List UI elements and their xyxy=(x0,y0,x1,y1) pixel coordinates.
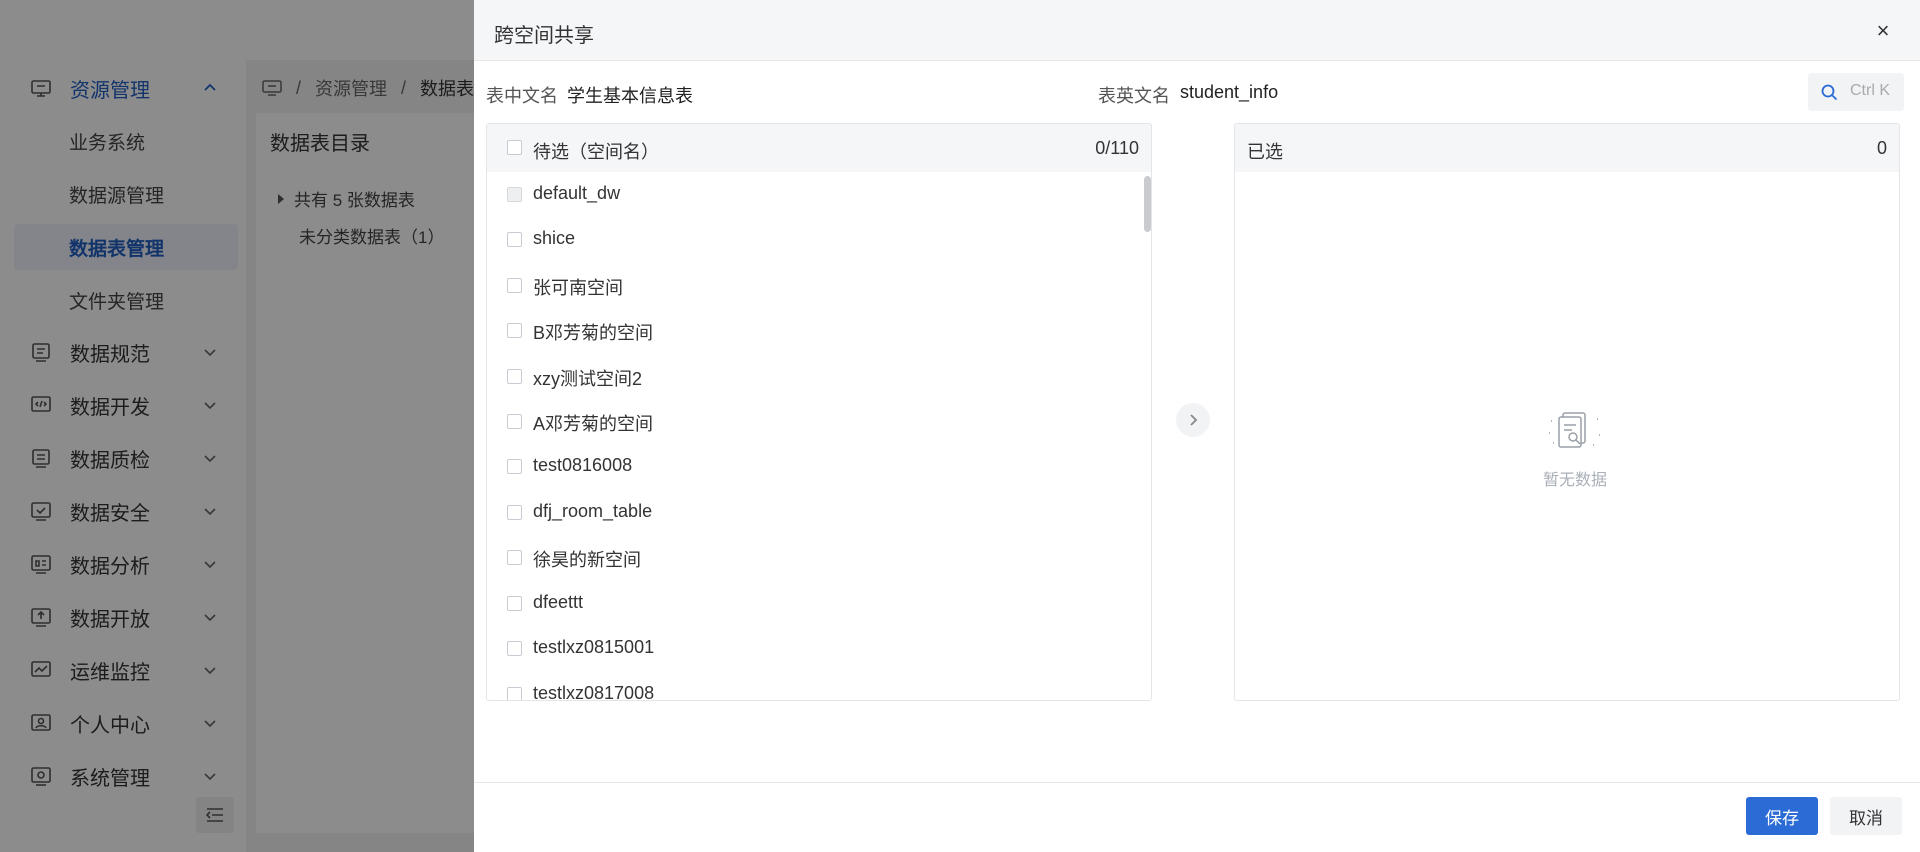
save-button[interactable]: 保存 xyxy=(1746,797,1818,835)
list-item-label: A邓芳菊的空间 xyxy=(533,414,654,434)
en-name-label: 表英文名 xyxy=(1098,86,1170,106)
item-checkbox[interactable] xyxy=(507,232,522,247)
list-item[interactable]: shice xyxy=(487,217,1151,262)
cn-name-label: 表中文名 xyxy=(486,86,558,106)
item-checkbox[interactable] xyxy=(507,596,522,611)
list-item[interactable]: A邓芳菊的空间 xyxy=(487,399,1151,444)
source-panel: 待选（空间名） 0/110 default_dw shice 张可南空间 B邓芳… xyxy=(486,123,1152,701)
move-right-button[interactable] xyxy=(1176,403,1210,437)
scrollbar[interactable] xyxy=(1144,176,1151,232)
target-panel-title: 已选 xyxy=(1247,142,1283,162)
item-checkbox[interactable] xyxy=(507,687,522,700)
item-checkbox[interactable] xyxy=(507,550,522,565)
chevron-right-icon xyxy=(1190,414,1198,426)
en-name-value: student_info xyxy=(1180,82,1279,102)
list-item[interactable]: dfj_room_table xyxy=(487,490,1151,535)
list-item[interactable]: xzy测试空间2 xyxy=(487,354,1151,399)
list-item-label: 张可南空间 xyxy=(533,278,623,298)
item-checkbox[interactable] xyxy=(507,459,522,474)
list-item-label: dfeettt xyxy=(533,592,584,612)
source-list[interactable]: default_dw shice 张可南空间 B邓芳菊的空间 xzy测试空间2 … xyxy=(487,172,1151,701)
list-item-label: testlxz0817008 xyxy=(533,683,655,701)
list-item-label: shice xyxy=(533,228,576,248)
list-item-label: 徐昊的新空间 xyxy=(533,550,641,570)
target-panel-header: 已选 0 xyxy=(1235,124,1899,172)
cancel-button[interactable]: 取消 xyxy=(1830,797,1902,835)
empty-state-text: 暂无数据 xyxy=(1542,472,1607,489)
share-drawer: 跨空间共享 × 表中文名 学生基本信息表 表英文名 student_info C… xyxy=(474,0,1920,852)
target-panel-count: 0 xyxy=(1876,138,1887,158)
empty-data-icon xyxy=(1549,412,1601,448)
search-placeholder: Ctrl K xyxy=(1850,82,1890,99)
item-checkbox[interactable] xyxy=(507,323,522,338)
drawer-footer: 保存 取消 xyxy=(474,782,1920,852)
close-icon[interactable]: × xyxy=(1872,18,1894,43)
list-item-label: dfj_room_table xyxy=(533,501,653,521)
list-item-label: B邓芳菊的空间 xyxy=(533,323,654,343)
drawer-header: 跨空间共享 × xyxy=(474,0,1920,61)
select-all-checkbox[interactable] xyxy=(507,140,522,155)
list-item[interactable]: test0816008 xyxy=(487,444,1151,489)
list-item[interactable]: default_dw xyxy=(487,172,1151,217)
list-item[interactable]: B邓芳菊的空间 xyxy=(487,308,1151,353)
list-item-label: testlxz0815001 xyxy=(533,637,655,657)
drawer-title: 跨空间共享 xyxy=(494,25,594,47)
item-checkbox[interactable] xyxy=(507,505,522,520)
list-item[interactable]: testlxz0817008 xyxy=(487,672,1151,701)
list-item-label: default_dw xyxy=(533,183,621,203)
empty-state: 暂无数据 xyxy=(1525,407,1625,490)
source-panel-header: 待选（空间名） 0/110 xyxy=(487,124,1151,172)
item-checkbox[interactable] xyxy=(507,369,522,384)
list-item-label: test0816008 xyxy=(533,455,633,475)
item-checkbox[interactable] xyxy=(507,278,522,293)
item-checkbox xyxy=(507,187,522,202)
list-item[interactable]: 张可南空间 xyxy=(487,263,1151,308)
list-item[interactable]: dfeettt xyxy=(487,581,1151,626)
item-checkbox[interactable] xyxy=(507,641,522,656)
source-panel-title: 待选（空间名） xyxy=(533,142,659,162)
cn-name-value: 学生基本信息表 xyxy=(567,86,693,106)
search-icon xyxy=(1821,84,1838,101)
list-item[interactable]: 徐昊的新空间 xyxy=(487,535,1151,580)
list-item[interactable]: testlxz0815001 xyxy=(487,626,1151,671)
list-item-label: xzy测试空间2 xyxy=(533,369,643,389)
source-panel-count: 0/110 xyxy=(1095,138,1139,158)
search-input[interactable]: Ctrl K xyxy=(1808,73,1904,111)
target-panel: 已选 0 暂无数据 xyxy=(1234,123,1900,701)
item-checkbox[interactable] xyxy=(507,414,522,429)
